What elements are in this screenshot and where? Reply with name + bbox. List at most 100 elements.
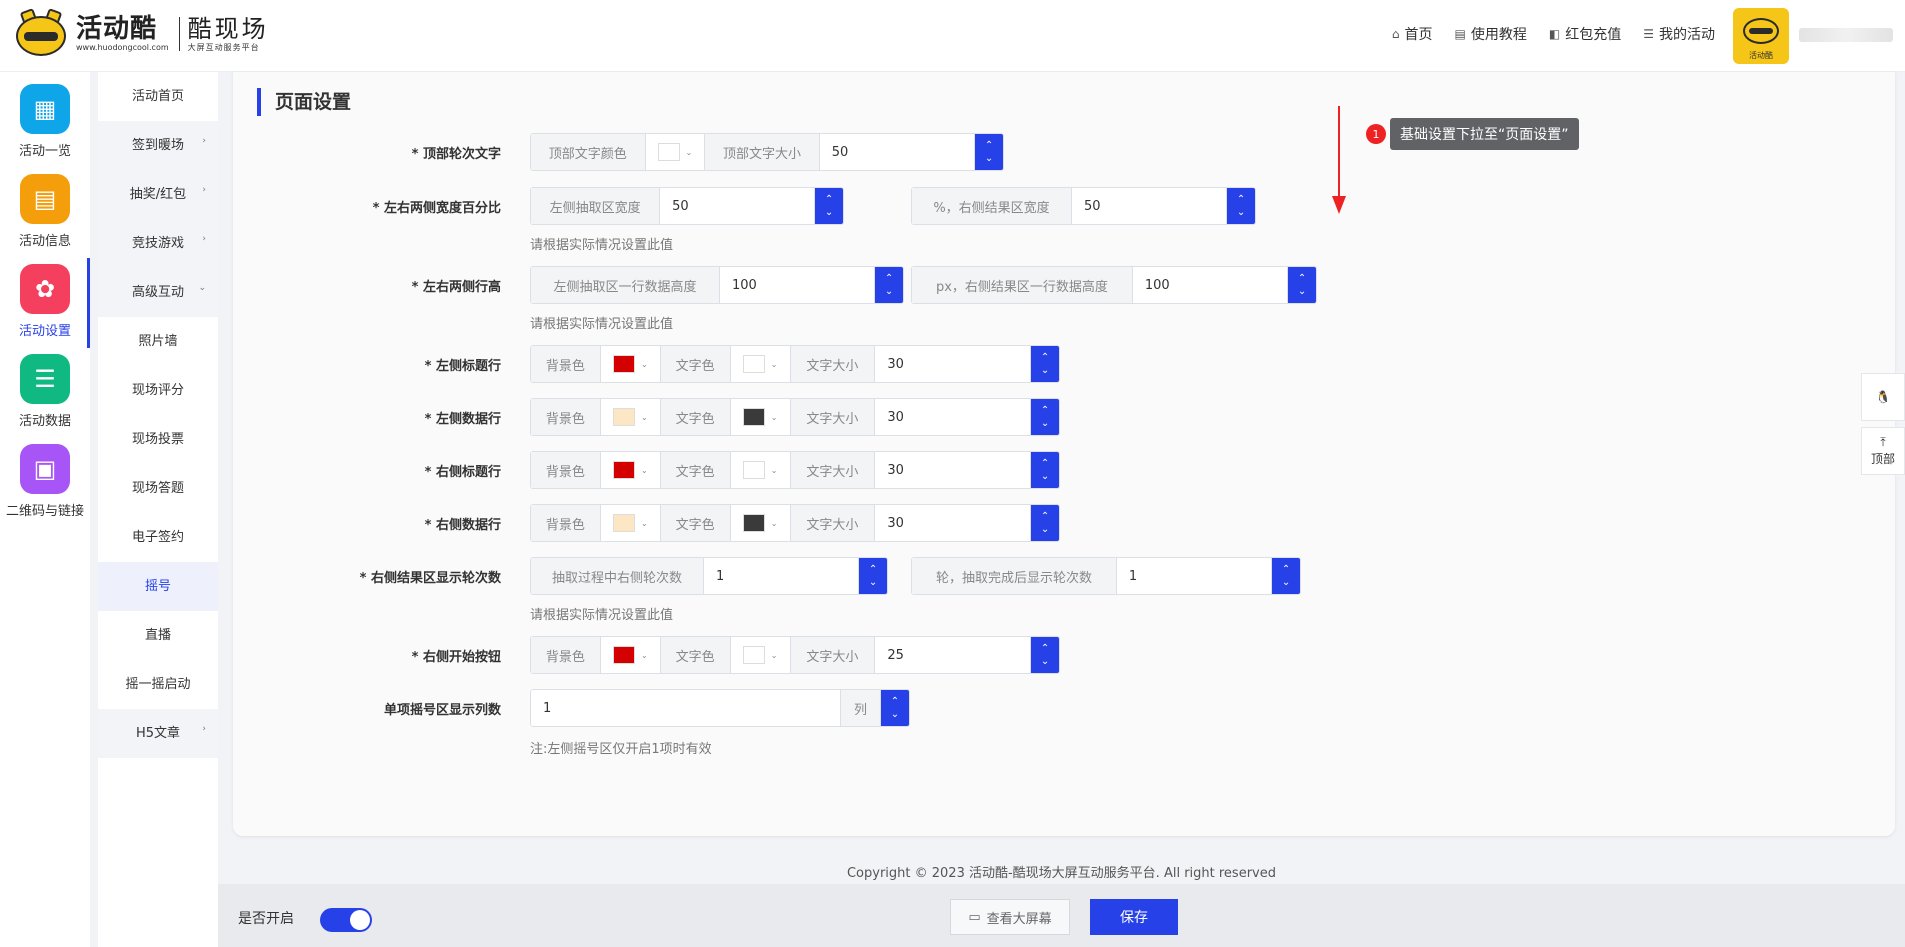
top-text-color-picker[interactable]: ⌄: [646, 134, 706, 170]
text-size-input[interactable]: 30: [875, 452, 1032, 488]
chevron-up-icon[interactable]: ⌃: [1282, 563, 1290, 576]
avatar[interactable]: 活动酷: [1733, 8, 1789, 64]
number-stepper[interactable]: ⌃ ⌄: [1031, 452, 1059, 488]
chevron-up-icon[interactable]: ⌃: [1041, 404, 1049, 417]
chevron-down-icon[interactable]: ⌄: [1041, 655, 1049, 668]
bg-color-picker[interactable]: ⌄: [601, 399, 661, 435]
chevron-up-icon[interactable]: ⌃: [1237, 193, 1245, 206]
left-row-height-input[interactable]: 100: [720, 267, 876, 303]
text-color-picker[interactable]: ⌄: [731, 505, 791, 541]
chevron-down-icon[interactable]: ⌄: [1298, 285, 1306, 298]
subnav-h5-article[interactable]: H5文章 ›: [98, 709, 218, 758]
view-big-screen-button[interactable]: ▭ 查看大屏幕: [950, 899, 1070, 935]
username-blurred[interactable]: [1799, 28, 1893, 42]
chevron-down-icon[interactable]: ⌄: [825, 206, 833, 219]
number-stepper[interactable]: ⌃ ⌄: [859, 558, 888, 594]
column-count-input[interactable]: 1: [531, 690, 841, 726]
bg-color-picker[interactable]: ⌄: [601, 346, 661, 382]
chevron-down-icon[interactable]: ⌄: [885, 285, 893, 298]
subnav-games[interactable]: 竞技游戏 ›: [98, 219, 218, 268]
subnav-shake-start[interactable]: 摇一摇启动: [98, 660, 218, 709]
chevron-down-icon: ⌄: [770, 465, 778, 475]
text-color-picker[interactable]: ⌄: [731, 637, 791, 673]
bg-color-picker[interactable]: ⌄: [601, 505, 661, 541]
sidebar-item-info[interactable]: ▤ 活动信息: [0, 168, 90, 256]
subnav-rating[interactable]: 现场评分: [98, 366, 218, 415]
top-text-size-input[interactable]: 50: [820, 134, 976, 170]
sidebar-item-activities[interactable]: ▦ 活动一览: [0, 78, 90, 166]
chevron-down-icon[interactable]: ⌄: [1237, 206, 1245, 219]
chevron-down-icon[interactable]: ⌄: [985, 152, 993, 165]
sidebar-item-settings[interactable]: ✿ 活动设置: [0, 258, 90, 348]
text-color-picker[interactable]: ⌄: [731, 346, 791, 382]
chevron-down-icon[interactable]: ⌄: [1282, 576, 1290, 589]
subnav-photo-wall[interactable]: 照片墙: [98, 317, 218, 366]
addon-label: 轮，抽取完成后显示轮次数: [912, 558, 1117, 594]
nav-recharge-link[interactable]: ◧ 红包充值: [1549, 24, 1621, 44]
text-size-input[interactable]: 25: [875, 637, 1032, 673]
text-color-picker[interactable]: ⌄: [731, 399, 791, 435]
subnav-esign[interactable]: 电子签约: [98, 513, 218, 562]
final-rounds-input[interactable]: 1: [1117, 558, 1273, 594]
right-row-height-input[interactable]: 100: [1133, 267, 1289, 303]
subnav-quiz[interactable]: 现场答题: [98, 464, 218, 513]
chevron-up-icon[interactable]: ⌃: [885, 272, 893, 285]
number-stepper[interactable]: ⌃ ⌄: [975, 134, 1003, 170]
chevron-up-icon[interactable]: ⌃: [1041, 351, 1049, 364]
chevron-up-icon[interactable]: ⌃: [1041, 510, 1049, 523]
sidebar-item-data[interactable]: ☰ 活动数据: [0, 348, 90, 436]
subnav-live[interactable]: 直播: [98, 611, 218, 660]
sidebar-item-qrcode[interactable]: ▣ 二维码与链接: [0, 438, 90, 526]
bg-color-picker[interactable]: ⌄: [601, 637, 661, 673]
chevron-up-icon[interactable]: ⌃: [869, 563, 877, 576]
number-stepper[interactable]: ⌃ ⌄: [1272, 558, 1300, 594]
left-width-input[interactable]: 50: [660, 188, 816, 224]
chevron-up-icon[interactable]: ⌃: [891, 695, 899, 708]
chevron-up-icon[interactable]: ⌃: [1298, 272, 1306, 285]
color-swatch: [612, 461, 635, 479]
bg-color-picker[interactable]: ⌄: [601, 452, 661, 488]
back-to-top-button[interactable]: ⤒ 顶部: [1861, 427, 1905, 475]
process-rounds-input[interactable]: 1: [704, 558, 860, 594]
nav-my-activities-link[interactable]: ☰ 我的活动: [1643, 24, 1715, 44]
nav-tutorial-link[interactable]: ▤ 使用教程: [1455, 24, 1527, 44]
chevron-down-icon[interactable]: ⌄: [891, 708, 899, 721]
save-button[interactable]: 保存: [1090, 899, 1178, 935]
chevron-up-icon[interactable]: ⌃: [985, 139, 993, 152]
number-stepper[interactable]: ⌃ ⌄: [875, 267, 903, 303]
number-stepper[interactable]: ⌃ ⌄: [1288, 267, 1316, 303]
number-stepper[interactable]: ⌃ ⌄: [1031, 346, 1059, 382]
subnav-checkin[interactable]: 签到暖场 ›: [98, 121, 218, 170]
subnav-home[interactable]: 活动首页: [98, 72, 218, 121]
text-size-input[interactable]: 30: [875, 346, 1032, 382]
subnav-lottery[interactable]: 抽奖/红包 ›: [98, 170, 218, 219]
chevron-up-icon[interactable]: ⌃: [825, 193, 833, 206]
text-color-picker[interactable]: ⌄: [731, 452, 791, 488]
subnav-lottery-number[interactable]: 摇号: [98, 562, 218, 611]
addon-label: 背景色: [531, 346, 601, 382]
number-stepper[interactable]: ⌃ ⌄: [1031, 505, 1059, 541]
number-stepper[interactable]: ⌃ ⌄: [1031, 399, 1059, 435]
chevron-down-icon[interactable]: ⌄: [869, 576, 877, 589]
nav-home-link[interactable]: ⌂ 首页: [1392, 24, 1433, 44]
page-settings-panel: 页面设置 * 顶部轮次文字 顶部文字颜色 ⌄ 顶部文字大小 50 ⌃ ⌄ * 左右…: [233, 72, 1895, 836]
chevron-up-icon[interactable]: ⌃: [1041, 642, 1049, 655]
brand-logo[interactable]: 活动酷 www.huodongcool.com 酷现场 大屏互动服务平台: [12, 8, 269, 58]
enable-toggle[interactable]: [320, 908, 372, 932]
subnav-advanced[interactable]: 高级互动 ⌄: [98, 268, 218, 317]
chevron-down-icon[interactable]: ⌄: [1041, 417, 1049, 430]
chevron-down-icon[interactable]: ⌄: [1041, 523, 1049, 536]
number-stepper[interactable]: ⌃ ⌄: [815, 188, 843, 224]
text-size-input[interactable]: 30: [875, 399, 1032, 435]
chevron-down-icon[interactable]: ⌄: [1041, 364, 1049, 377]
right-width-input[interactable]: 50: [1072, 188, 1228, 224]
subnav-voting[interactable]: 现场投票: [98, 415, 218, 464]
number-stepper[interactable]: ⌃ ⌄: [1227, 188, 1255, 224]
chevron-down-icon[interactable]: ⌄: [1041, 470, 1049, 483]
final-rounds-group: 轮，抽取完成后显示轮次数 1 ⌃ ⌄: [911, 557, 1301, 595]
chevron-up-icon[interactable]: ⌃: [1041, 457, 1049, 470]
number-stepper[interactable]: ⌃ ⌄: [1031, 637, 1059, 673]
number-stepper[interactable]: ⌃ ⌄: [881, 690, 909, 726]
text-size-input[interactable]: 30: [875, 505, 1032, 541]
customer-service-button[interactable]: 🐧: [1861, 373, 1905, 421]
